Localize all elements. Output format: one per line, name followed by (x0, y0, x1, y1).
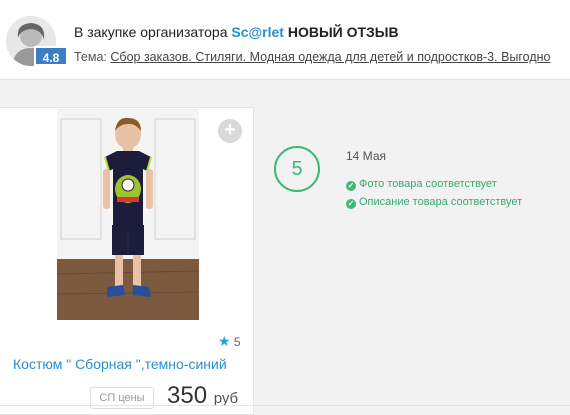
check-description-matches: ✓ Описание товара соответствует (346, 196, 522, 209)
next-item-divider (0, 405, 570, 415)
new-review-label: НОВЫЙ ОТЗЫВ (287, 24, 399, 40)
review-headline: В закупке организатора Sc@rlet НОВЫЙ ОТЗ… (74, 24, 399, 40)
organizer-rating-badge: 4.8 (34, 46, 68, 66)
product-name-link[interactable]: Костюм " Сборная ",темно-синий (13, 356, 227, 372)
review-header: 4.8 В закупке организатора Sc@rlet НОВЫЙ… (0, 0, 570, 80)
review-score: 5 (274, 146, 320, 192)
product-card: + ★ 5 Костюм " Сборная ",темно-синий СП … (0, 107, 254, 415)
review-date: 14 Мая (346, 149, 386, 163)
headline-prefix: В закупке организатора (74, 24, 228, 40)
add-to-favorites-button[interactable]: + (218, 119, 242, 143)
topic-line: Тема: Сбор заказов. Стиляги. Модная одеж… (74, 50, 570, 64)
product-rating-value: 5 (233, 335, 241, 349)
organizer-avatar-wrap[interactable]: 4.8 (6, 16, 68, 66)
topic-label: Тема: (74, 50, 107, 64)
star-icon: ★ (218, 333, 231, 349)
product-image[interactable] (57, 109, 199, 320)
check-photo-label: Фото товара соответствует (359, 178, 497, 190)
plus-icon: + (224, 119, 236, 141)
product-rating: ★ 5 (218, 333, 241, 350)
check-photo-matches: ✓ Фото товара соответствует (346, 178, 497, 191)
check-description-label: Описание товара соответствует (359, 196, 523, 208)
check-circle-icon: ✓ (346, 181, 356, 191)
topic-link[interactable]: Сбор заказов. Стиляги. Модная одежда для… (110, 50, 550, 64)
check-circle-icon: ✓ (346, 199, 356, 209)
organizer-link[interactable]: Sc@rlet (231, 24, 284, 40)
